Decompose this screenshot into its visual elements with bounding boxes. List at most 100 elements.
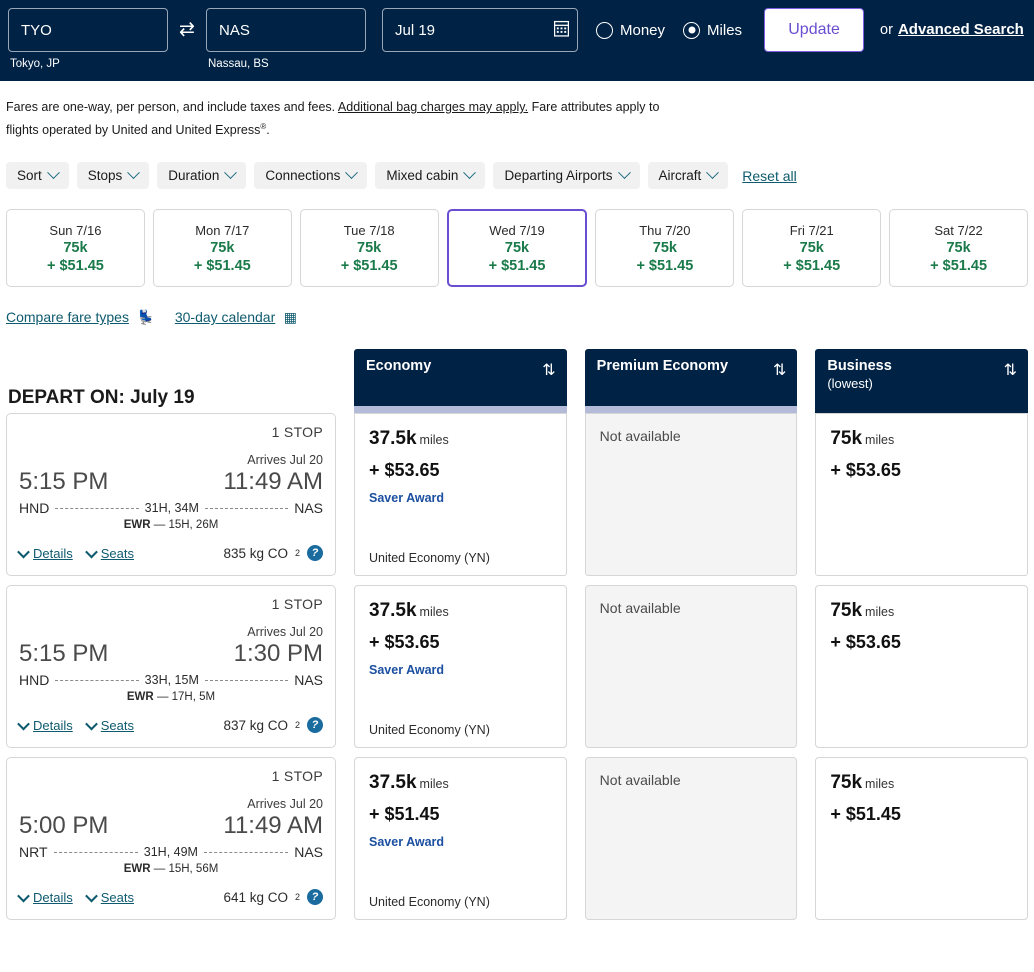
arrival-date-label: Arrives Jul 20	[247, 797, 323, 812]
date-card-wed-719[interactable]: Wed 7/19 75k + $51.45	[446, 209, 588, 288]
layover-duration: 15H, 56M	[168, 863, 219, 876]
origin-input[interactable]	[8, 8, 168, 52]
co2-emissions: 837 kg CO 2 ?	[223, 717, 323, 734]
co2-emissions: 641 kg CO 2 ?	[223, 889, 323, 906]
date-card-miles: 75k	[63, 239, 88, 256]
seats-label: Seats	[100, 889, 134, 905]
radio-money[interactable]: Money	[596, 21, 665, 39]
details-toggle[interactable]: Details	[17, 545, 73, 561]
search-bar: Tokyo, JP ⇄ Nassau, BS	[0, 0, 1034, 81]
origin-airport-code: HND	[19, 672, 50, 689]
fare-cell-economy[interactable]: 37.5k miles + $53.65 Saver Award United E…	[354, 585, 567, 749]
arrival-date-label: Arrives Jul 20	[247, 453, 323, 468]
layover-airport: EWR	[123, 519, 151, 532]
chevron-down-icon	[84, 889, 98, 903]
filter-chip-duration[interactable]: Duration	[157, 162, 247, 190]
date-card-sat-722[interactable]: Sat 7/22 75k + $51.45	[889, 209, 1029, 288]
filter-chip-departing-airports[interactable]: Departing Airports	[493, 162, 640, 190]
radio-money-dot	[596, 21, 613, 39]
column-title: Business	[827, 358, 892, 375]
column-header-premium-economy[interactable]: Premium Economy ⇅	[584, 349, 798, 407]
radio-miles-dot	[683, 21, 701, 39]
help-icon[interactable]: ?	[307, 889, 323, 906]
date-card-miles: 75k	[652, 239, 677, 256]
fare-cell-economy[interactable]: 37.5k miles + $53.65 Saver Award United E…	[354, 413, 567, 577]
seats-toggle[interactable]: Seats	[84, 889, 134, 905]
column-header-business[interactable]: Business (lowest) ⇅	[815, 349, 1029, 415]
column-underline-economy	[354, 406, 567, 414]
compare-fare-types-group[interactable]: Compare fare types 💺	[6, 309, 155, 327]
date-card-day: Sat 7/22	[934, 222, 983, 238]
column-title: Economy	[366, 358, 432, 375]
fare-cash: + $53.65	[830, 460, 901, 481]
fare-cell-business[interactable]: 75k miles + $51.45	[815, 757, 1029, 921]
details-toggle[interactable]: Details	[17, 889, 73, 905]
date-card-cash: + $51.45	[340, 257, 398, 274]
fare-cabin-class: United Economy (YN)	[369, 895, 490, 910]
sort-updown-icon[interactable]: ⇅	[773, 363, 786, 379]
filter-chip-aircraft[interactable]: Aircraft	[647, 162, 729, 190]
route-line: 31H, 34M	[55, 501, 289, 515]
date-card-cash: + $51.45	[488, 257, 546, 274]
calendar-30day-group[interactable]: 30-day calendar ▦	[175, 309, 297, 327]
flight-itinerary-card[interactable]: 1 STOP Arrives Jul 20 5:15 PM 11:49 AM H…	[6, 413, 336, 577]
flight-itinerary-card[interactable]: 1 STOP Arrives Jul 20 5:00 PM 11:49 AM N…	[6, 757, 336, 921]
sort-updown-icon[interactable]: ⇅	[1004, 363, 1017, 379]
destination-airport-code: NAS	[294, 672, 323, 689]
disclaimer-part1: Fares are one-way, per person, and inclu…	[6, 100, 338, 114]
route-line: 31H, 49M	[53, 845, 289, 859]
or-label: or	[880, 22, 893, 38]
date-card-day: Fri 7/21	[789, 222, 834, 238]
filter-chip-label: Mixed cabin	[386, 168, 459, 184]
compare-fare-types-link[interactable]: Compare fare types	[6, 309, 129, 325]
destination-input[interactable]	[206, 8, 366, 52]
date-card-day: Wed 7/19	[489, 222, 545, 238]
column-header-economy[interactable]: Economy ⇅	[354, 349, 567, 407]
30-day-calendar-link[interactable]: 30-day calendar	[175, 309, 275, 325]
origin-airport-code: HND	[19, 500, 50, 517]
filter-chip-stops[interactable]: Stops	[76, 162, 150, 190]
seats-toggle[interactable]: Seats	[84, 545, 134, 561]
date-card-mon-717[interactable]: Mon 7/17 75k + $51.45	[152, 209, 292, 288]
fare-miles: 37.5k miles	[369, 600, 552, 623]
not-available-label: Not available	[599, 772, 681, 789]
date-card-sun-716[interactable]: Sun 7/16 75k + $51.45	[6, 209, 145, 288]
fare-disclaimer: Fares are one-way, per person, and inclu…	[0, 81, 700, 140]
date-card-thu-720[interactable]: Thu 7/20 75k + $51.45	[595, 209, 735, 288]
radio-miles[interactable]: Miles	[683, 21, 743, 39]
sort-updown-icon[interactable]: ⇅	[542, 363, 555, 379]
help-icon[interactable]: ?	[307, 545, 323, 562]
swap-arrows-icon[interactable]: ⇄	[172, 8, 202, 52]
advanced-search-link[interactable]: Advanced Search	[898, 8, 1024, 52]
date-card-cash: + $51.45	[193, 257, 251, 274]
chevron-down-icon	[17, 889, 30, 903]
date-card-fri-721[interactable]: Fri 7/21 75k + $51.45	[742, 209, 882, 288]
date-card-miles: 75k	[357, 239, 382, 256]
fare-cabin-class: United Economy (YN)	[369, 551, 490, 566]
filter-chip-connections[interactable]: Connections	[254, 162, 368, 190]
filter-chip-mixed-cabin[interactable]: Mixed cabin	[375, 162, 486, 190]
details-toggle[interactable]: Details	[17, 717, 73, 733]
fare-miles: 75k miles	[830, 772, 1013, 795]
bag-charges-link[interactable]: Additional bag charges may apply.	[338, 100, 528, 114]
fare-cell-business[interactable]: 75k miles + $53.65	[815, 413, 1029, 577]
seats-toggle[interactable]: Seats	[84, 717, 134, 733]
fare-miles-unit: miles	[865, 777, 895, 792]
calendar-grid-icon: ▦	[283, 309, 297, 326]
chevron-down-icon	[224, 166, 238, 180]
origin-airport-code: NRT	[19, 844, 48, 861]
flight-itinerary-card[interactable]: 1 STOP Arrives Jul 20 5:15 PM 1:30 PM HN…	[6, 585, 336, 749]
filter-chip-sort[interactable]: Sort	[6, 162, 69, 190]
date-card-tue-718[interactable]: Tue 7/18 75k + $51.45	[299, 209, 439, 288]
layover-info: EWR — 17H, 5M	[19, 691, 323, 703]
fare-cell-business[interactable]: 75k miles + $53.65	[815, 585, 1029, 749]
fare-cell-economy[interactable]: 37.5k miles + $51.45 Saver Award United E…	[354, 757, 567, 921]
date-input[interactable]	[382, 8, 578, 52]
layover-airport: EWR	[123, 863, 151, 876]
destination-sublabel: Nassau, BS	[208, 58, 269, 70]
chevron-down-icon	[46, 166, 60, 180]
radio-miles-label: Miles	[707, 21, 743, 39]
update-button[interactable]: Update	[764, 8, 865, 52]
help-icon[interactable]: ?	[307, 717, 323, 734]
reset-all-link[interactable]: Reset all	[742, 168, 796, 184]
